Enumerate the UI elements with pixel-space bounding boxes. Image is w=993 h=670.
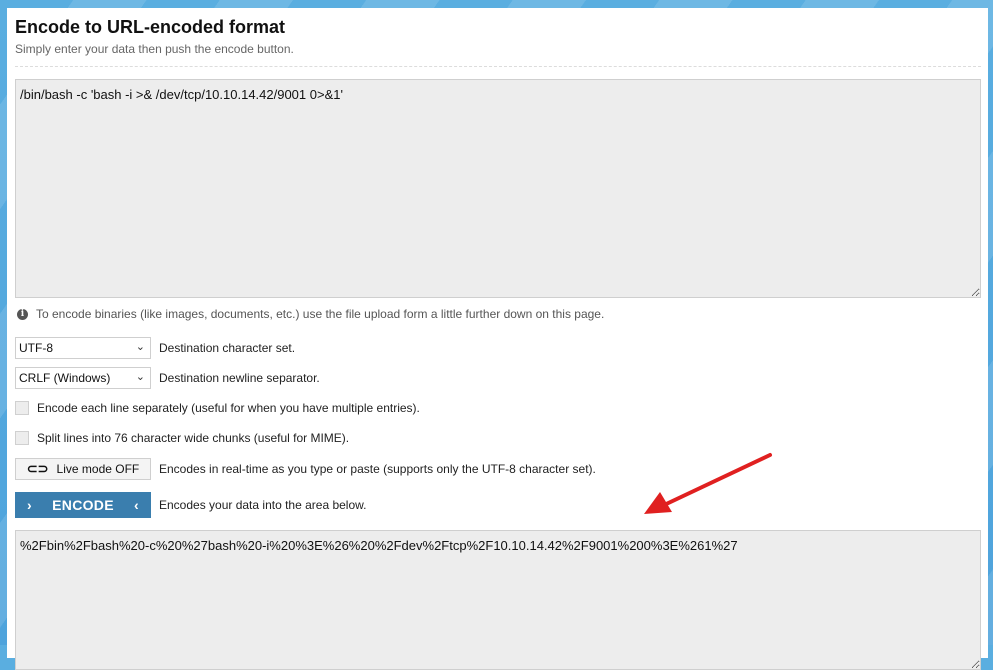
charset-select-wrapper[interactable]: UTF-8 ⌄ bbox=[15, 337, 159, 359]
encode-button-label: ENCODE bbox=[52, 497, 114, 513]
live-mode-button-label: Live mode OFF bbox=[56, 462, 140, 476]
binary-info-line: i To encode binaries (like images, docum… bbox=[17, 307, 604, 321]
chevron-left-icon: ‹ bbox=[134, 497, 139, 513]
annotation-arrow-shaft bbox=[660, 453, 772, 508]
page-subtitle: Simply enter your data then push the enc… bbox=[15, 42, 294, 56]
output-textarea[interactable] bbox=[15, 530, 981, 670]
divider bbox=[15, 66, 981, 67]
live-mode-row: ⊂⊃ Live mode OFF Encodes in real-time as… bbox=[15, 458, 596, 480]
split-lines-checkbox[interactable] bbox=[15, 431, 29, 445]
split-lines-row: Split lines into 76 character wide chunk… bbox=[15, 431, 349, 445]
annotation-arrow-icon bbox=[644, 453, 772, 514]
charset-row: UTF-8 ⌄ Destination character set. bbox=[15, 337, 295, 359]
charset-select[interactable]: UTF-8 bbox=[15, 337, 151, 359]
page-title: Encode to URL-encoded format bbox=[15, 17, 286, 37]
newline-select-wrapper[interactable]: CRLF (Windows) ⌄ bbox=[15, 367, 159, 389]
split-lines-label: Split lines into 76 character wide chunk… bbox=[37, 431, 350, 445]
each-line-checkbox[interactable] bbox=[15, 401, 29, 415]
chevron-right-icon: › bbox=[27, 497, 32, 513]
binary-info-text: To encode binaries (like images, documen… bbox=[36, 307, 605, 321]
input-textarea[interactable] bbox=[15, 79, 981, 298]
toggle-icon: ⊂⊃ bbox=[26, 461, 49, 476]
encode-row: › ENCODE ‹ Encodes your data into the ar… bbox=[15, 492, 366, 518]
encode-button[interactable]: › ENCODE ‹ bbox=[15, 492, 151, 518]
each-line-label: Encode each line separately (useful for … bbox=[37, 401, 420, 415]
newline-row: CRLF (Windows) ⌄ Destination newline sep… bbox=[15, 367, 320, 389]
encoder-panel: Encode to URL-encoded format Simply ente… bbox=[7, 8, 988, 670]
newline-label: Destination newline separator. bbox=[159, 371, 320, 385]
newline-select[interactable]: CRLF (Windows) bbox=[15, 367, 151, 389]
live-mode-button[interactable]: ⊂⊃ Live mode OFF bbox=[15, 458, 151, 480]
live-mode-label: Encodes in real-time as you type or past… bbox=[159, 462, 596, 476]
info-circle-icon: i bbox=[17, 308, 28, 320]
charset-label: Destination character set. bbox=[159, 341, 296, 355]
encode-label: Encodes your data into the area below. bbox=[159, 498, 367, 512]
each-line-row: Encode each line separately (useful for … bbox=[15, 401, 420, 415]
